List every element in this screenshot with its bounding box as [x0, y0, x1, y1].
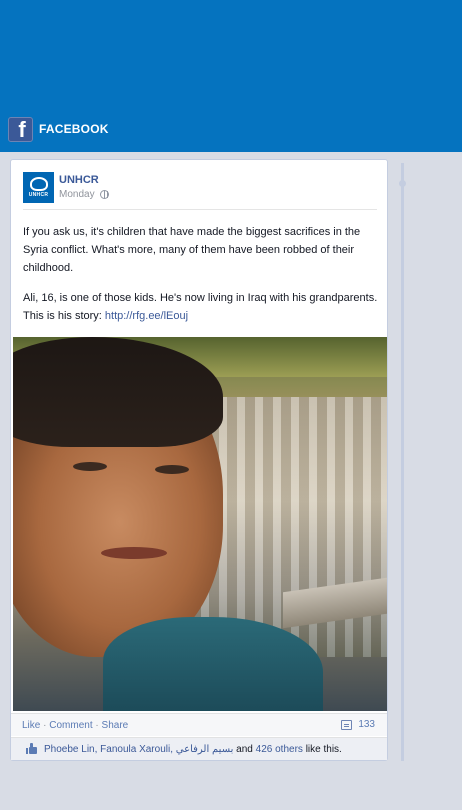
like-thumb-icon — [26, 743, 37, 754]
photo-mouth — [101, 547, 167, 559]
likes-others-link[interactable]: 426 others — [256, 744, 303, 755]
post-actions-bar: Like · Comment · Share 133 — [11, 713, 387, 736]
globe-icon — [99, 190, 109, 199]
post-paragraph-1: If you ask us, it's children that have m… — [23, 226, 361, 274]
timeline-line — [401, 163, 404, 761]
post-paragraph-2-text: Ali, 16, is one of those kids. He's now … — [23, 292, 378, 322]
story-link[interactable]: http://rfg.ee/lEouj — [105, 310, 188, 322]
comment-count[interactable]: 133 — [341, 719, 375, 730]
avatar-text: UNHCR — [28, 192, 49, 198]
likes-and: and — [233, 744, 256, 755]
likes-suffix: like this. — [302, 744, 342, 755]
comment-button[interactable]: Comment — [49, 720, 92, 731]
unhcr-logo-icon[interactable]: UNHCR — [23, 172, 54, 203]
timeline-dot — [399, 180, 406, 187]
post-date-text[interactable]: Monday — [59, 189, 95, 200]
facebook-title[interactable]: FACEBOOK — [39, 122, 109, 136]
divider — [23, 209, 377, 210]
facebook-header: f FACEBOOK — [8, 116, 109, 142]
post-date: Monday — [59, 189, 109, 200]
page-name-link[interactable]: UNHCR — [59, 174, 99, 186]
like-button[interactable]: Like — [22, 720, 40, 731]
post-photo[interactable] — [13, 337, 387, 711]
photo-eye-left — [73, 462, 107, 471]
post-paragraph-2: Ali, 16, is one of those kids. He's now … — [23, 289, 379, 325]
photo-eye-right — [155, 465, 189, 474]
post-card: UNHCR UNHCR Monday If you ask us, it's c… — [10, 159, 388, 761]
share-button[interactable]: Share — [102, 720, 129, 731]
separator: · — [95, 720, 99, 731]
separator: · — [43, 720, 47, 731]
liker-names[interactable]: Phoebe Lin, Fanoula Xarouli, بسيم الرفاع… — [44, 744, 233, 755]
likes-bar: Phoebe Lin, Fanoula Xarouli, بسيم الرفاع… — [11, 737, 387, 760]
action-links: Like · Comment · Share — [22, 720, 128, 731]
comment-count-value: 133 — [358, 719, 375, 730]
facebook-logo-icon[interactable]: f — [8, 116, 33, 142]
likes-text: Phoebe Lin, Fanoula Xarouli, بسيم الرفاع… — [44, 744, 342, 755]
emblem-shape — [29, 177, 48, 191]
comment-icon — [341, 719, 353, 730]
post-text: If you ask us, it's children that have m… — [23, 223, 379, 337]
